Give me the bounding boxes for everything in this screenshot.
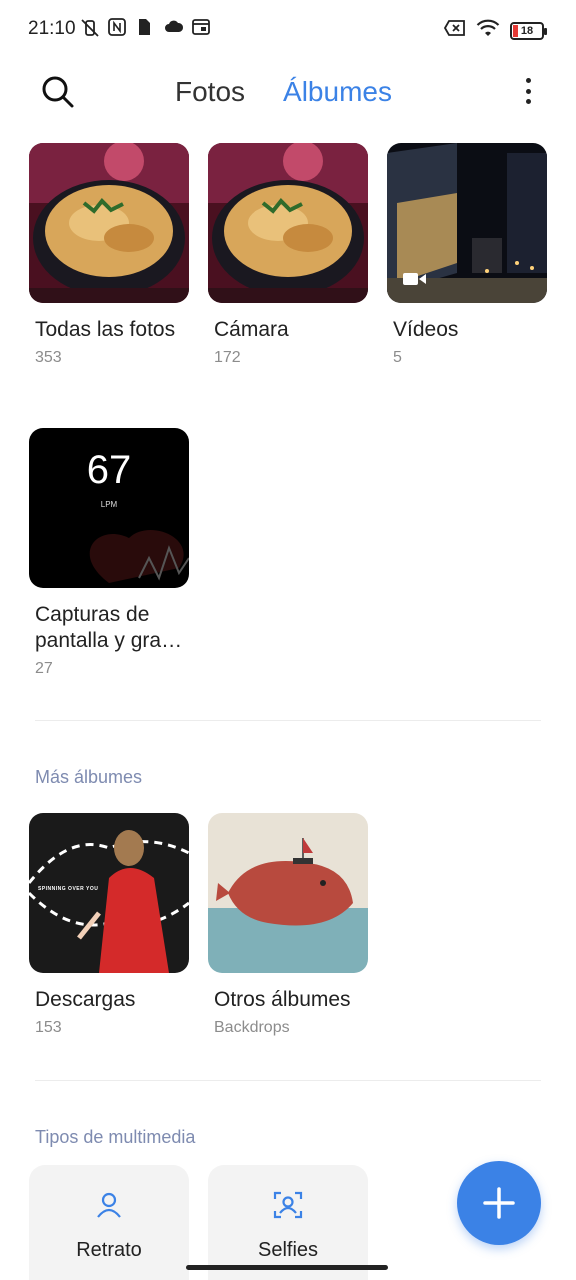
- album-capturas[interactable]: 67 LPM Capturas de pantalla y gra… 27: [29, 428, 189, 678]
- tab-albumes[interactable]: Álbumes: [283, 76, 392, 108]
- album-thumbnail: 67 LPM: [29, 428, 189, 588]
- home-indicator[interactable]: [186, 1265, 388, 1270]
- album-title: Otros álbumes: [214, 988, 351, 1011]
- mute-vibrate-icon: [80, 18, 99, 37]
- album-thumbnail: [208, 813, 368, 973]
- divider: [35, 1080, 541, 1081]
- album-count: 172: [214, 349, 241, 366]
- search-icon: [42, 76, 74, 108]
- section-title-mas-albumes: Más álbumes: [35, 767, 143, 787]
- battery-icon: 18: [510, 21, 547, 40]
- window-icon: [192, 18, 210, 36]
- video-camera-icon: [403, 273, 426, 285]
- media-type-label: Selfies: [257, 1239, 319, 1261]
- album-title: Cámara: [214, 318, 289, 341]
- album-otros-albumes[interactable]: Otros álbumes Backdrops: [208, 813, 368, 1037]
- section-title-tipos-multimedia: Tipos de multimedia: [35, 1127, 196, 1147]
- wifi-icon: [476, 18, 500, 43]
- album-count: 27: [35, 660, 53, 677]
- battery-level: 18: [520, 24, 534, 37]
- album-todas-las-fotos[interactable]: Todas las fotos 353: [29, 143, 189, 367]
- album-thumbnail: SPINNING OVER YOU: [29, 813, 189, 973]
- no-sim-icon: [443, 19, 466, 42]
- album-count: 5: [393, 349, 402, 366]
- portrait-icon: [97, 1192, 121, 1218]
- album-count: 153: [35, 1019, 62, 1036]
- album-descargas[interactable]: SPINNING OVER YOU Descargas 153: [29, 813, 189, 1037]
- tab-bar: Fotos Álbumes: [175, 76, 392, 108]
- divider: [35, 720, 541, 721]
- media-type-label: Retrato: [76, 1239, 142, 1261]
- status-time: 21:10: [28, 18, 76, 39]
- album-videos[interactable]: Vídeos 5: [387, 143, 547, 367]
- album-count: Backdrops: [214, 1019, 290, 1036]
- album-thumbnail: [29, 143, 189, 303]
- album-count: 353: [35, 349, 62, 366]
- media-type-retrato[interactable]: Retrato: [29, 1165, 189, 1280]
- more-options-button[interactable]: [520, 74, 536, 108]
- add-album-button[interactable]: [457, 1161, 541, 1245]
- plus-icon: [483, 1187, 515, 1219]
- album-title: Todas las fotos: [35, 318, 176, 341]
- album-title: Vídeos: [393, 318, 459, 341]
- album-title: Capturas de pantalla y gra…: [35, 603, 183, 652]
- thumb-text: SPINNING OVER YOU: [38, 886, 99, 892]
- cloud-icon: [164, 18, 184, 36]
- status-left-icons: [80, 18, 210, 37]
- selfie-icon: [273, 1191, 303, 1219]
- top-bar: Fotos Álbumes: [0, 60, 576, 124]
- sim-icon: [136, 18, 154, 36]
- status-right-icons: 18: [443, 18, 547, 43]
- album-thumbnail: [208, 143, 368, 303]
- nfc-icon: [108, 18, 126, 36]
- more-dot-icon: [525, 78, 531, 83]
- search-button[interactable]: [40, 74, 76, 110]
- album-title: Descargas: [35, 988, 136, 1011]
- album-thumbnail: [387, 143, 547, 303]
- status-bar: 21:10 18: [0, 0, 576, 60]
- album-camara[interactable]: Cámara 172: [208, 143, 368, 367]
- more-dot-icon: [525, 88, 531, 94]
- media-type-selfies[interactable]: Selfies: [208, 1165, 368, 1280]
- more-dot-icon: [525, 99, 531, 104]
- tab-fotos[interactable]: Fotos: [175, 76, 245, 108]
